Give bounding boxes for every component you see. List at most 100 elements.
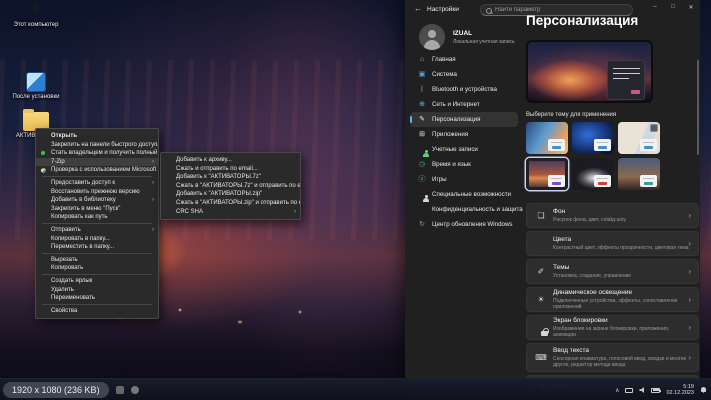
sidebar-item-home[interactable]: ⌂Главная (410, 52, 518, 67)
notification-bell-icon[interactable] (700, 387, 707, 394)
menu-item-delete[interactable]: Удалить (36, 286, 158, 295)
desktop-icon-this-pc[interactable]: Этот компьютер (7, 4, 65, 29)
menu-item-copy[interactable]: Копировать (36, 264, 158, 273)
row-dynamic-lighting[interactable]: ☀ Динамическое освещениеПодключенные уст… (526, 287, 699, 312)
avatar (419, 24, 445, 50)
taskbar-clock[interactable]: 5:19 02.12.2023 (666, 384, 694, 397)
tray-chevron-up-icon[interactable]: ∧ (615, 387, 619, 394)
theme-thumbnail-4-selected[interactable] (526, 158, 568, 190)
theme-thumbnail-5[interactable] (572, 158, 614, 190)
sidebar-item-time-language[interactable]: ◷Время и язык (410, 157, 518, 172)
user-name: IZUAL (453, 30, 515, 37)
preview-accent-button (631, 90, 640, 94)
menu-separator (42, 223, 152, 224)
battery-icon[interactable] (651, 388, 660, 393)
sidebar-item-personalization[interactable]: ✎Персонализация (410, 112, 518, 127)
menu-item-rename[interactable]: Переименовать (36, 294, 158, 303)
volume-icon[interactable] (639, 387, 645, 393)
close-button[interactable]: ✕ (682, 0, 700, 14)
maximize-button[interactable]: □ (664, 0, 682, 14)
chevron-right-icon: › (688, 353, 691, 362)
desktop-icon-after-install[interactable]: После установки (7, 72, 65, 101)
menu-item-copy-to-folder[interactable]: Копировать в папку... (36, 235, 158, 244)
menu-item-create-shortcut[interactable]: Создать ярлык (36, 277, 158, 286)
context-menu: Открыть Закрепить на панели быстрого дос… (35, 128, 159, 319)
theme-thumbnail-1[interactable] (526, 122, 568, 154)
submenu-item-add-to-zip[interactable]: Добавить к "АКТИВАТОРЫ.zip" (161, 190, 300, 199)
row-background[interactable]: ❏ ФонРисунок фона, цвет, слайд-шоу › (526, 203, 699, 228)
menu-item-copy-as-path[interactable]: Копировать как путь (36, 213, 158, 222)
submenu-arrow-icon: › (152, 226, 154, 235)
screen: Этот компьютер После установки АКТИВАТОР… (0, 0, 711, 400)
submenu-arrow-icon: › (152, 179, 154, 188)
submenu-arrow-icon: › (152, 158, 154, 167)
sidebar-item-system[interactable]: ▣Система (410, 67, 518, 82)
theme-thumbnail-3[interactable] (618, 122, 660, 154)
row-themes[interactable]: ✐ ТемыУстановка, создание, управление › (526, 259, 699, 284)
menu-separator (42, 253, 152, 254)
home-icon: ⌂ (417, 56, 427, 63)
system-icon: ▣ (417, 71, 427, 78)
menu-item-take-ownership[interactable]: Стать владельцем и получить полный досту… (36, 149, 158, 158)
submenu-item-crc-sha[interactable]: CRC SHA› (161, 208, 300, 217)
menu-item-cut[interactable]: Вырезать (36, 256, 158, 265)
menu-item-defender-scan[interactable]: Проверка с использованием Microsoft Defe… (36, 166, 158, 175)
theme-picker-label: Выберите тему для применения (526, 112, 616, 118)
minimize-button[interactable]: – (646, 0, 664, 14)
system-tray: ∧ 5:19 02.12.2023 (615, 379, 707, 400)
chevron-right-icon: › (688, 295, 691, 304)
taskbar: 1920 x 1080 (236 KB) ∧ 5:19 02.12.2023 (0, 378, 711, 400)
menu-item-7zip[interactable]: 7-Zip› (36, 158, 158, 167)
back-arrow-icon[interactable]: ← (414, 4, 422, 13)
sidebar-item-network[interactable]: ⊕Сеть и Интернет (410, 97, 518, 112)
menu-separator (42, 304, 152, 305)
submenu-item-add-to-archive[interactable]: Добавить к архиву... (161, 156, 300, 165)
submenu-item-compress-7z-email[interactable]: Сжать в "АКТИВАТОРЫ.7z" и отправить по e… (161, 182, 300, 191)
sidebar-item-gaming[interactable]: ⓧИгры (410, 172, 518, 187)
theme-thumbnail-2[interactable] (572, 122, 614, 154)
menu-item-send-to[interactable]: Отправить› (36, 226, 158, 235)
wallpaper-preview (526, 40, 653, 103)
image-info-bar: 1920 x 1080 (236 KB) (3, 382, 109, 398)
status-bar-icon[interactable] (116, 386, 124, 394)
sidebar-item-privacy[interactable]: Конфиденциальность и защита (410, 202, 518, 217)
scrollbar[interactable] (697, 60, 699, 370)
row-text-input[interactable]: ⌨ Ввод текстаСенсорная клавиатура, голос… (526, 343, 699, 372)
submenu-item-compress-email[interactable]: Сжать и отправить по email... (161, 165, 300, 174)
row-colors[interactable]: ЦветаКонтрастный цвет, эффекты прозрачно… (526, 231, 699, 256)
submenu-item-add-to-7z[interactable]: Добавить к "АКТИВАТОРЫ.7z" (161, 173, 300, 182)
menu-item-move-to-folder[interactable]: Переместить в папку... (36, 243, 158, 252)
menu-item-pin-quick-access[interactable]: Закрепить на панели быстрого доступа (36, 141, 158, 150)
defender-shield-icon (41, 168, 46, 174)
sidebar-item-apps[interactable]: ⊞Приложения (410, 127, 518, 142)
take-ownership-icon (41, 151, 45, 155)
theme-thumbnail-6[interactable] (618, 158, 660, 190)
settings-sidebar: ⌂Главная ▣Система ᛒBluetooth и устройств… (405, 52, 523, 232)
background-icon: ❏ (535, 212, 547, 220)
sidebar-item-accounts[interactable]: Учетные записи (410, 142, 518, 157)
status-bar-icon[interactable] (131, 386, 139, 394)
submenu-item-compress-zip-email[interactable]: Сжать в "АКТИВАТОРЫ.zip" и отправить по … (161, 199, 300, 208)
scrollbar-thumb[interactable] (697, 60, 699, 155)
menu-item-pin-to-start[interactable]: Закрепить в меню "Пуск" (36, 205, 158, 214)
clock-date: 02.12.2023 (666, 390, 694, 397)
theme-picker (526, 122, 662, 190)
spotlight-badge-icon (650, 124, 658, 132)
image-dimensions-text: 1920 x 1080 (236 KB) (12, 385, 100, 395)
touch-keyboard-icon[interactable] (625, 388, 633, 393)
submenu-arrow-icon: › (152, 196, 154, 205)
row-lock-screen[interactable]: Экран блокировкиИзображения на экране бл… (526, 315, 699, 340)
computer-icon (24, 4, 48, 20)
sidebar-item-windows-update[interactable]: ↻Центр обновления Windows (410, 217, 518, 232)
menu-item-open[interactable]: Открыть (36, 132, 158, 141)
themes-icon: ✐ (535, 268, 547, 276)
account-header[interactable]: IZUAL Локальная учетная запись (419, 24, 515, 50)
menu-item-include-in-library[interactable]: Добавить в библиотеку› (36, 196, 158, 205)
xbox-icon: ⓧ (417, 176, 427, 183)
sidebar-item-accessibility[interactable]: Специальные возможности (410, 187, 518, 202)
menu-item-restore-previous[interactable]: Восстановить прежнюю версию (36, 188, 158, 197)
page-title: Персонализация (526, 13, 638, 28)
sidebar-item-bluetooth[interactable]: ᛒBluetooth и устройства (410, 82, 518, 97)
menu-item-give-access[interactable]: Предоставить доступ к› (36, 179, 158, 188)
menu-item-properties[interactable]: Свойства (36, 307, 158, 316)
